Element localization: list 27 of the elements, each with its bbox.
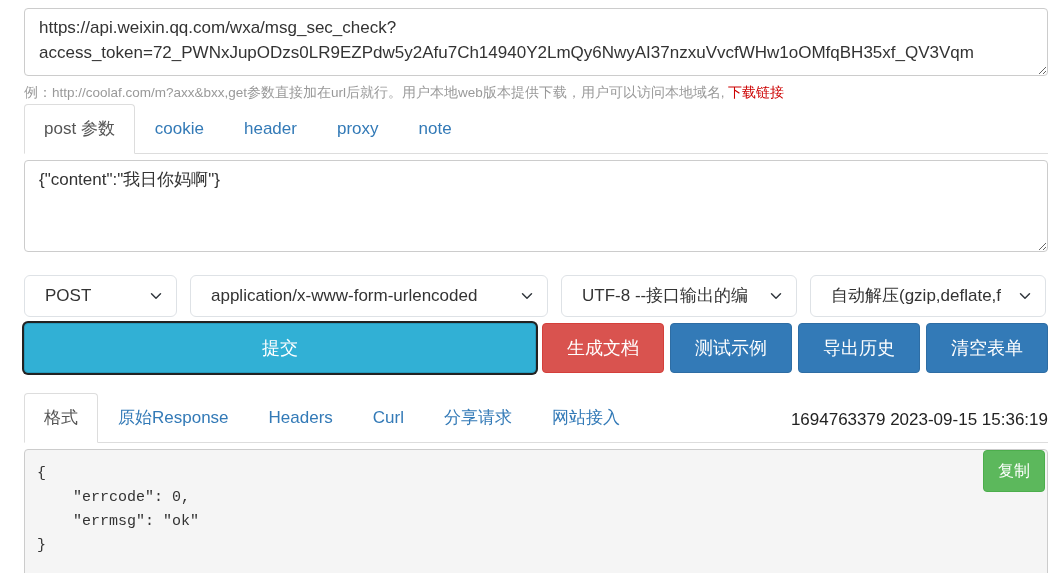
request-tab[interactable]: cookie [134,103,224,154]
dropdown[interactable]: application/x-www-form-urlencoded [190,275,548,317]
response-tab[interactable]: Curl [352,393,424,443]
request-tab[interactable]: header [224,103,317,154]
request-tab[interactable]: post 参数 [24,103,135,154]
response-json: { "errcode": 0, "errmsg": "ok" } [37,464,200,556]
action-button[interactable]: 测试示例 [670,323,792,373]
dropdown[interactable]: UTF-8 --接口输出的编 [561,275,797,317]
action-button[interactable]: 提交 [24,323,536,373]
action-button[interactable]: 清空表单 [926,323,1048,373]
dropdown[interactable]: POST [24,275,177,317]
request-tab[interactable]: note [398,103,472,154]
response-tab[interactable]: 网站接入 [532,393,640,443]
response-tab[interactable]: 格式 [24,393,98,443]
download-link[interactable]: 下载链接 [728,84,785,100]
response-tab[interactable]: Headers [248,393,353,443]
copy-button[interactable]: 复制 [983,450,1045,492]
body-field[interactable]: {"content":"我日你妈啊"} [24,159,1048,252]
response-tab[interactable]: 原始Response [98,393,249,443]
request-tab[interactable]: proxy [316,103,399,154]
hint-text: 例：http://coolaf.com/m?axx&bxx,get参数直接加在url后就行。用户本地web版本提供下载，用户可以访问本地域名, 下载链接 [24,83,786,102]
action-button[interactable]: 生成文档 [542,323,664,373]
dropdown[interactable]: 自动解压(gzip,deflate,f [810,275,1046,317]
timestamp: 1694763379 2023-09-15 15:36:19 [790,408,1048,431]
response-tab[interactable]: 分享请求 [424,393,532,443]
url-field[interactable]: https://api.weixin.qq.com/wxa/msg_sec_check? access_token=72_PWNxJupODzs0LR9EZPdw5y2Afu7Ch14940Y2LmQy6NwyAI37nzxuVvcfWHw1oOMfqBH35xf_QV3Vqm [24,8,1048,76]
action-button[interactable]: 导出历史 [798,323,920,373]
